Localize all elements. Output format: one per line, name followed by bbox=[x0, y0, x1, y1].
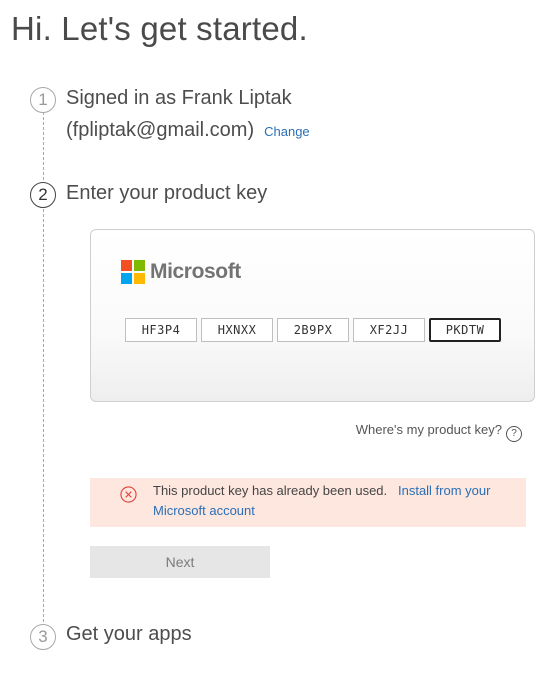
account-email-row: (fpliptak@gmail.com) Change bbox=[66, 119, 310, 142]
logo-square-green bbox=[134, 260, 145, 271]
product-key-segment-3[interactable] bbox=[277, 318, 349, 342]
step-connector-2 bbox=[43, 209, 44, 622]
question-mark-icon: ? bbox=[506, 426, 522, 442]
next-button[interactable]: Next bbox=[90, 546, 270, 578]
product-key-segment-2[interactable] bbox=[201, 318, 273, 342]
microsoft-logo-icon bbox=[121, 260, 145, 284]
product-key-segment-1[interactable] bbox=[125, 318, 197, 342]
logo-square-blue bbox=[121, 273, 132, 284]
microsoft-brand-text: Microsoft bbox=[150, 260, 241, 283]
account-email: (fpliptak@gmail.com) bbox=[66, 119, 255, 141]
step-3-title: Get your apps bbox=[66, 623, 192, 645]
step-3-number: 3 bbox=[30, 624, 56, 650]
error-banner: This product key has already been used. … bbox=[90, 478, 526, 527]
where-is-my-product-key-link[interactable]: Where's my product key?? bbox=[356, 422, 522, 442]
step-2-title: Enter your product key bbox=[66, 182, 268, 204]
help-link-text: Where's my product key? bbox=[355, 422, 502, 437]
step-2-number: 2 bbox=[30, 182, 56, 208]
product-key-segment-5[interactable] bbox=[429, 318, 501, 342]
product-key-card: Microsoft bbox=[90, 229, 535, 402]
step-connector-1 bbox=[43, 112, 44, 180]
logo-square-red bbox=[121, 260, 132, 271]
page-title: Hi. Let's get started. bbox=[11, 10, 308, 47]
error-message-block: This product key has already been used. … bbox=[153, 481, 518, 521]
logo-square-yellow bbox=[134, 273, 145, 284]
product-key-segment-4[interactable] bbox=[353, 318, 425, 342]
change-account-link[interactable]: Change bbox=[264, 124, 310, 139]
signed-in-text: Signed in as Frank Liptak bbox=[66, 87, 292, 109]
step-1-number: 1 bbox=[30, 87, 56, 113]
error-circle-x-icon bbox=[120, 486, 137, 503]
error-message: This product key has already been used. bbox=[153, 483, 388, 498]
